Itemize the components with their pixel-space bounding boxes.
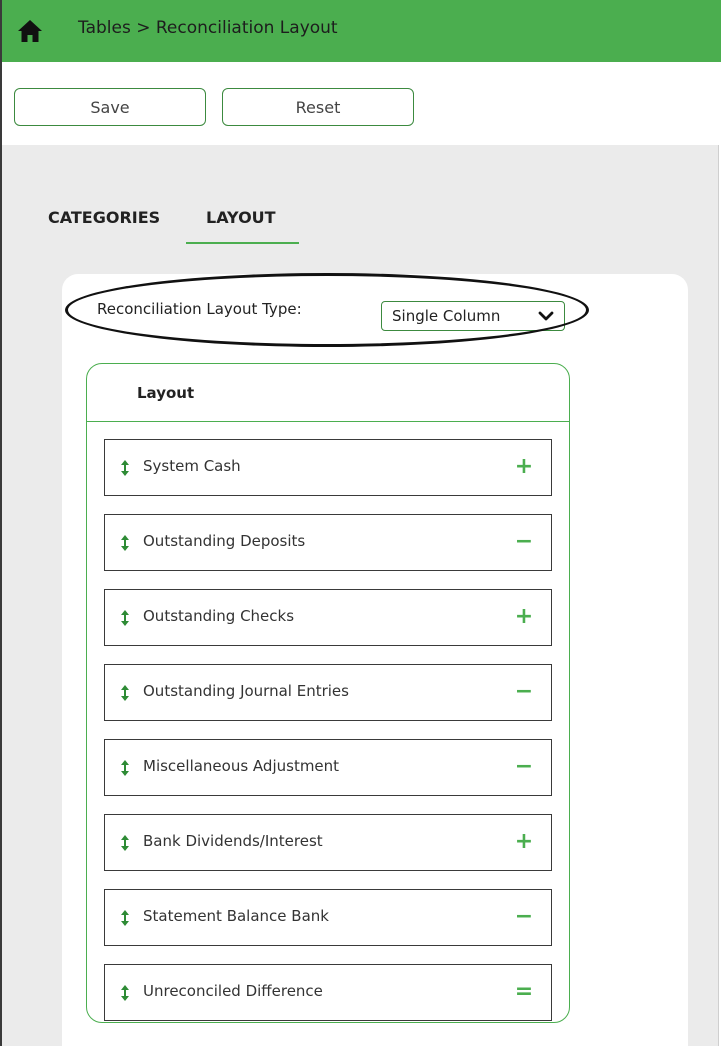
active-tab-indicator xyxy=(186,242,299,244)
layout-item-label: Outstanding Checks xyxy=(143,607,295,625)
reset-button[interactable]: Reset xyxy=(222,88,414,126)
drag-handle-icon[interactable] xyxy=(121,610,129,626)
drag-handle-icon[interactable] xyxy=(121,835,129,851)
drag-handle-icon[interactable] xyxy=(121,910,129,926)
plus-icon[interactable]: + xyxy=(513,830,535,854)
home-icon[interactable] xyxy=(16,17,44,45)
layout-item-label: Statement Balance Bank xyxy=(143,907,329,925)
layout-item-label: Miscellaneous Adjustment xyxy=(143,757,340,775)
plus-icon[interactable]: + xyxy=(513,605,535,629)
layout-item-row[interactable]: System Cash + xyxy=(104,439,552,496)
app-window: Tables > Reconciliation Layout Save Rese… xyxy=(0,0,721,1046)
layout-item-row[interactable]: Unreconciled Difference = xyxy=(104,964,552,1021)
layout-item-label: Outstanding Journal Entries xyxy=(143,682,349,700)
breadcrumb: Tables > Reconciliation Layout xyxy=(78,18,338,38)
minus-icon[interactable]: − xyxy=(513,530,535,554)
layout-type-label: Reconciliation Layout Type: xyxy=(97,300,302,318)
equals-icon[interactable]: = xyxy=(513,980,535,1004)
drag-handle-icon[interactable] xyxy=(121,535,129,551)
layout-item-label: Bank Dividends/Interest xyxy=(143,832,323,850)
minus-icon[interactable]: − xyxy=(513,680,535,704)
tab-layout[interactable]: LAYOUT xyxy=(206,208,276,227)
layout-item-row[interactable]: Outstanding Checks + xyxy=(104,589,552,646)
header-bar: Tables > Reconciliation Layout xyxy=(2,0,721,62)
layout-type-select[interactable]: Single Column xyxy=(381,301,565,331)
layout-item-row[interactable]: Bank Dividends/Interest + xyxy=(104,814,552,871)
layout-item-row[interactable]: Statement Balance Bank − xyxy=(104,889,552,946)
drag-handle-icon[interactable] xyxy=(121,685,129,701)
layout-item-row[interactable]: Outstanding Journal Entries − xyxy=(104,664,552,721)
layout-type-selected-value: Single Column xyxy=(392,307,501,325)
layout-list-header: Layout xyxy=(87,364,569,422)
chevron-down-icon xyxy=(538,311,554,321)
plus-icon[interactable]: + xyxy=(513,455,535,479)
minus-icon[interactable]: − xyxy=(513,905,535,929)
layout-item-label: Unreconciled Difference xyxy=(143,982,323,1000)
layout-item-label: System Cash xyxy=(143,457,241,475)
minus-icon[interactable]: − xyxy=(513,755,535,779)
layout-item-label: Outstanding Deposits xyxy=(143,532,306,550)
layout-item-row[interactable]: Outstanding Deposits − xyxy=(104,514,552,571)
drag-handle-icon[interactable] xyxy=(121,460,129,476)
layout-list-title: Layout xyxy=(137,384,195,402)
toolbar: Save Reset xyxy=(2,62,721,145)
drag-handle-icon[interactable] xyxy=(121,760,129,776)
drag-handle-icon[interactable] xyxy=(121,985,129,1001)
save-button[interactable]: Save xyxy=(14,88,206,126)
tab-categories[interactable]: CATEGORIES xyxy=(48,208,160,227)
layout-item-row[interactable]: Miscellaneous Adjustment − xyxy=(104,739,552,796)
